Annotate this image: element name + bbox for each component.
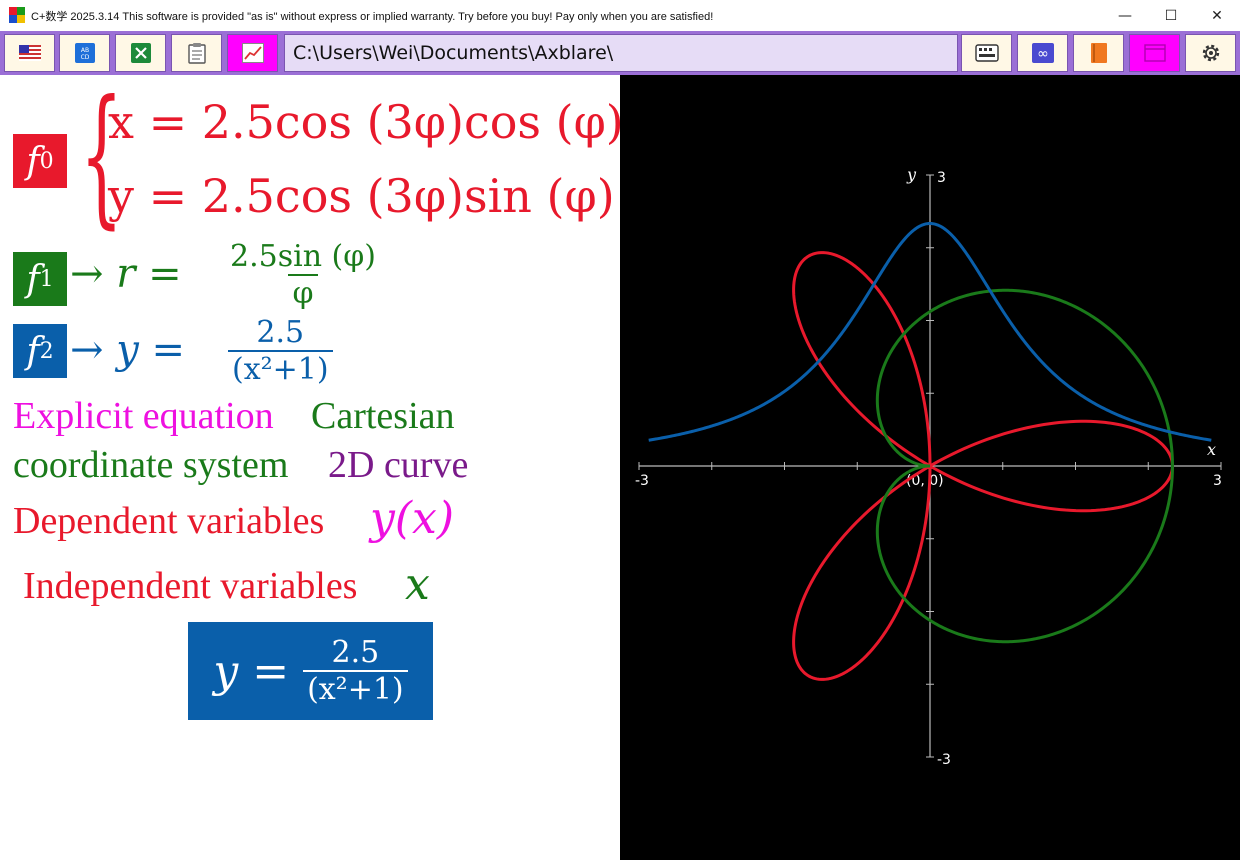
formula-panel: f0 { x = 2.5cos (3φ)cos (φ) y = 2.5cos (… [0, 75, 620, 860]
infinity-icon: ∞ [1031, 43, 1054, 63]
explicit-equation-text: Explicit equation [13, 395, 274, 437]
close-button[interactable]: ✕ [1194, 0, 1240, 31]
f2-numerator: 2.5 [256, 315, 305, 350]
y-tick-label-max: 3 [937, 170, 946, 186]
independent-variables-text: Independent variables [23, 565, 358, 607]
graph-panel[interactable]: -3 3 3 -3 (0, 0) x y [620, 75, 1240, 860]
f2-lhs: → y = [70, 327, 186, 373]
toolbar: AB CD C:\Users\Wei\Documents\Axblare\ ∞ [0, 31, 1240, 75]
preview-lhs: y = [213, 645, 290, 697]
x-tick-label-min: -3 [635, 473, 649, 489]
book-button[interactable] [1073, 34, 1124, 72]
coordinate-system-text: coordinate system [13, 444, 289, 486]
plot-canvas[interactable]: -3 3 3 -3 (0, 0) x y [620, 75, 1240, 860]
app-icon [9, 7, 25, 23]
language-button[interactable] [4, 34, 55, 72]
settings-button[interactable] [1185, 34, 1236, 72]
clipboard-button[interactable] [171, 34, 222, 72]
f0-line2: y = 2.5cos (3φ)sin (φ) [108, 169, 615, 223]
dependent-variables-text: Dependent variables [13, 500, 325, 542]
path-input[interactable]: C:\Users\Wei\Documents\Axblare\ [284, 34, 958, 72]
abcd-icon: AB CD [74, 43, 95, 63]
f1-denominator: φ [288, 274, 318, 311]
x-axis-label: x [1207, 440, 1216, 459]
preview-denominator: (x²+1) [303, 670, 408, 707]
chart-icon [241, 43, 264, 63]
svg-text:CD: CD [80, 54, 89, 61]
excel-button[interactable] [115, 34, 166, 72]
y-axis-label: y [906, 165, 917, 184]
f0-line1: x = 2.5cos (3φ)cos (φ) [108, 95, 620, 149]
keyboard-button[interactable] [961, 34, 1012, 72]
origin-label: (0, 0) [906, 473, 944, 489]
excel-icon [130, 43, 151, 63]
maximize-button[interactable]: ☐ [1148, 0, 1194, 31]
preview-numerator: 2.5 [331, 635, 380, 670]
formula-preview-box: y = 2.5 (x²+1) [188, 622, 433, 720]
gear-icon [1202, 44, 1219, 62]
window-button[interactable] [1129, 34, 1180, 72]
minimize-button[interactable]: — [1102, 0, 1148, 31]
window-title: C+数学 2025.3.14 This software is provided… [31, 11, 714, 23]
svg-text:AB: AB [80, 47, 88, 54]
symbols-button[interactable]: AB CD [59, 34, 110, 72]
clipboard-icon [187, 43, 206, 64]
y-tick-label-min: -3 [937, 752, 951, 768]
f1-badge[interactable]: f1 [13, 252, 67, 306]
independent-variable: x [405, 559, 430, 610]
window-icon [1143, 44, 1166, 62]
x-tick-label-max: 3 [1213, 473, 1222, 489]
preview-fraction: 2.5 (x²+1) [303, 635, 408, 707]
svg-text:∞: ∞ [1037, 46, 1049, 62]
title-bar: C+数学 2025.3.14 This software is provided… [0, 0, 1240, 32]
f0-badge[interactable]: f0 [13, 134, 67, 188]
f2-denominator: (x²+1) [228, 350, 333, 387]
flag-icon [18, 45, 41, 61]
f2-fraction: 2.5 (x²+1) [228, 315, 333, 387]
dependent-variable: y(x) [370, 493, 455, 544]
graph-button[interactable] [227, 34, 278, 72]
f1-lhs: → r = [70, 251, 182, 297]
f1-numerator: 2.5sin (φ) [230, 239, 376, 274]
f1-fraction: 2.5sin (φ) φ [226, 239, 380, 311]
keyboard-icon [974, 44, 999, 62]
book-icon [1090, 43, 1107, 63]
curve-type-text: 2D curve [328, 444, 469, 486]
infinity-button[interactable]: ∞ [1017, 34, 1068, 72]
cartesian-text: Cartesian [311, 395, 455, 437]
f2-badge[interactable]: f2 [13, 324, 67, 378]
